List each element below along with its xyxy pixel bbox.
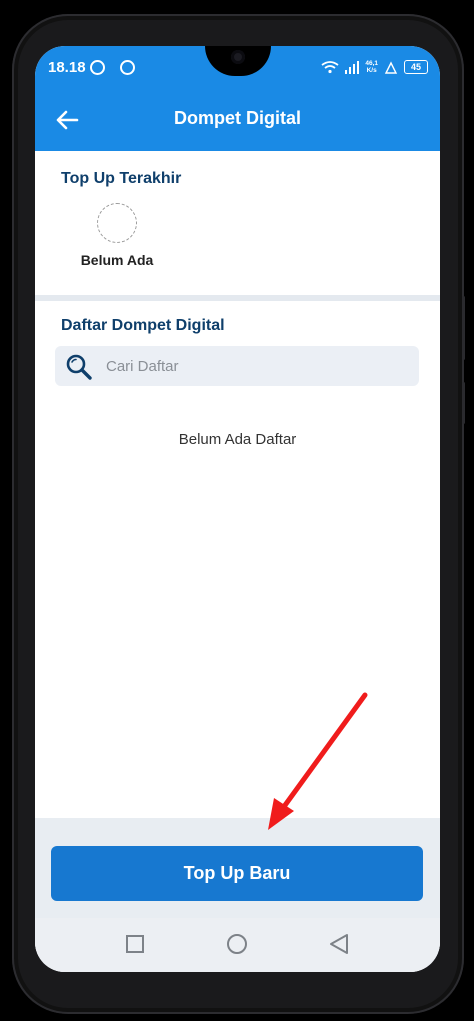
- speed-value: 46,1: [365, 60, 378, 67]
- cell-signal-icon: [384, 61, 398, 74]
- back-icon[interactable]: [309, 918, 369, 972]
- recent-apps-icon[interactable]: [105, 918, 165, 972]
- signal-icon: [345, 61, 360, 74]
- wallet-list-title: Daftar Dompet Digital: [61, 317, 225, 334]
- volume-button: [462, 296, 465, 360]
- battery-icon: 45: [404, 60, 428, 74]
- home-icon[interactable]: [207, 918, 267, 972]
- network-speed: 46,1 K/s: [365, 60, 378, 74]
- recent-topup-section: Top Up Terakhir Belum Ada: [35, 151, 440, 295]
- power-button: [462, 382, 465, 424]
- phone-screen: 18.18 46,1 K/s 45 Dompet Digital Top Up …: [35, 46, 440, 972]
- empty-avatar-placeholder: [97, 203, 137, 243]
- ring-icon: [120, 60, 135, 75]
- ring-icon: [90, 60, 105, 75]
- section-divider: [35, 295, 440, 301]
- search-icon: [66, 354, 92, 380]
- system-navigation-bar: [35, 918, 440, 972]
- page-title: Dompet Digital: [173, 108, 301, 128]
- speed-unit: K/s: [366, 67, 377, 74]
- wifi-icon: [321, 61, 339, 74]
- front-camera: [231, 50, 245, 64]
- recent-topup-empty-label: Belum Ada: [80, 252, 154, 268]
- status-indicators: 46,1 K/s 45: [321, 58, 428, 76]
- search-input[interactable]: Cari Daftar: [55, 346, 419, 386]
- status-time: 18.18: [48, 59, 86, 76]
- app-header: 18.18 46,1 K/s 45 Dompet Digital: [35, 46, 440, 151]
- search-placeholder: Cari Daftar: [106, 358, 179, 375]
- recent-topup-title: Top Up Terakhir: [61, 170, 182, 187]
- wallet-list-empty-text: Belum Ada Daftar: [178, 431, 297, 448]
- top-up-new-button[interactable]: Top Up Baru: [51, 846, 423, 901]
